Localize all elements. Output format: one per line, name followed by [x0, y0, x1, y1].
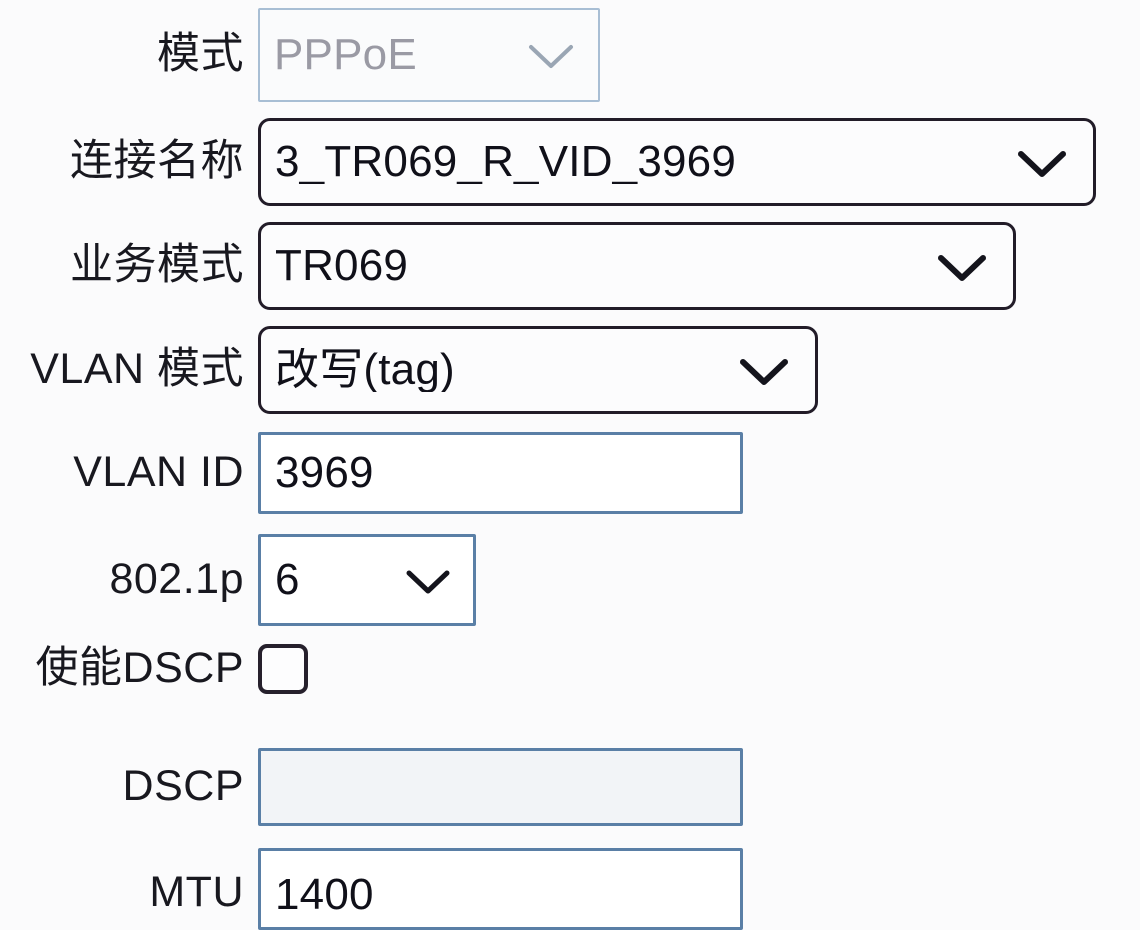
label-vlan-mode: VLAN 模式: [30, 345, 244, 394]
chevron-down-icon: [405, 569, 451, 595]
service-mode-select[interactable]: TR069: [258, 222, 1016, 310]
label-service-mode: 业务模式: [70, 241, 244, 290]
label-vlan-id: VLAN ID: [73, 448, 244, 497]
chevron-down-icon: [1017, 150, 1067, 178]
connection-name-select-value: 3_TR069_R_VID_3969: [275, 140, 737, 184]
form-row-mtu: MTU 1400: [0, 848, 743, 930]
label-mtu: MTU: [149, 868, 244, 917]
vlan-id-input[interactable]: 3969: [258, 432, 743, 514]
chevron-down-icon: [528, 44, 574, 70]
dscp-input[interactable]: [258, 748, 743, 826]
form-row-vlan-id: VLAN ID 3969: [0, 432, 743, 514]
dot1p-select[interactable]: 6: [258, 534, 476, 626]
chevron-down-icon: [739, 358, 789, 386]
label-dscp-enable: 使能DSCP: [35, 644, 244, 693]
vlan-id-input-value: 3969: [275, 451, 374, 495]
form-row-vlan-mode: VLAN 模式 改写(tag): [0, 326, 818, 414]
vlan-mode-select[interactable]: 改写(tag): [258, 326, 818, 414]
form-row-dot1p: 802.1p 6: [0, 534, 476, 626]
connection-name-select[interactable]: 3_TR069_R_VID_3969: [258, 118, 1096, 206]
mode-select-value: PPPoE: [274, 33, 417, 77]
mode-select[interactable]: PPPoE: [258, 8, 600, 102]
service-mode-select-value: TR069: [275, 244, 409, 288]
dot1p-select-value: 6: [275, 558, 300, 602]
label-mode: 模式: [157, 30, 244, 79]
form-row-dscp: DSCP: [0, 748, 743, 826]
mtu-input[interactable]: 1400: [258, 848, 743, 930]
label-connection-name: 连接名称: [70, 137, 244, 186]
form-row-mode: 模式 PPPoE: [0, 8, 600, 102]
dscp-enable-checkbox[interactable]: [258, 644, 308, 694]
form-row-service-mode: 业务模式 TR069: [0, 222, 1016, 310]
form-row-dscp-enable: 使能DSCP: [0, 644, 308, 694]
form-row-connection-name: 连接名称 3_TR069_R_VID_3969: [0, 118, 1096, 206]
vlan-mode-select-value: 改写(tag): [275, 348, 455, 392]
chevron-down-icon: [937, 254, 987, 282]
label-dot1p: 802.1p: [109, 555, 244, 604]
label-dscp: DSCP: [122, 762, 244, 811]
wan-connection-form: 模式 PPPoE 连接名称 3_TR069_R_VID_3969 业务模式 TR…: [0, 0, 1140, 930]
